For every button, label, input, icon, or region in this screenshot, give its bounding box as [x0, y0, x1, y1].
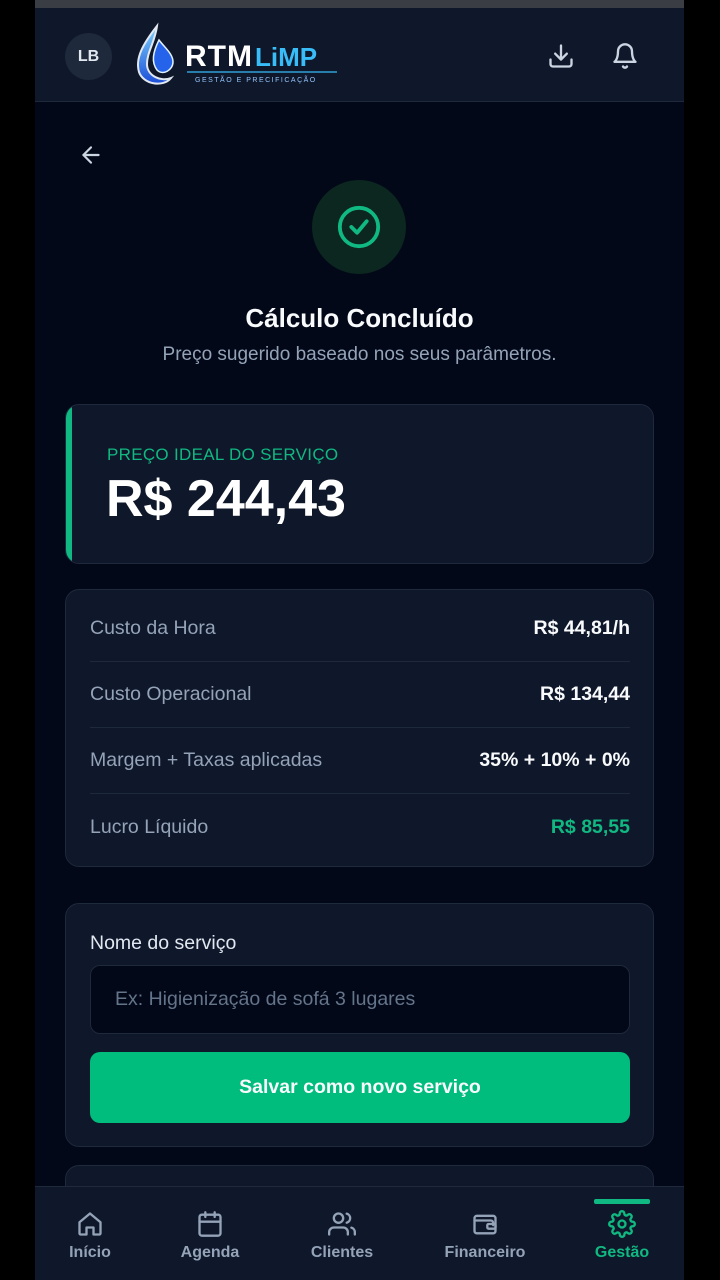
service-name-label: Nome do serviço: [90, 932, 237, 954]
detail-label: Lucro Líquido: [90, 815, 209, 838]
app-header: LB RTM LiMP GESTÃO E PRECIFICAÇÃO: [35, 8, 684, 102]
nav-label: Financeiro: [444, 1244, 526, 1261]
gear-icon: [608, 1210, 636, 1238]
nav-item-gestao[interactable]: Gestão: [587, 1187, 657, 1280]
svg-text:LiMP: LiMP: [255, 42, 317, 72]
service-name-input[interactable]: [90, 965, 630, 1034]
bell-icon: [613, 43, 637, 69]
detail-row-margin-fees: Margem + Taxas aplicadas 35% + 10% + 0%: [90, 728, 630, 794]
detail-label: Custo da Hora: [90, 617, 216, 639]
success-badge: [312, 180, 406, 274]
avatar[interactable]: LB: [65, 33, 112, 80]
nav-label: Agenda: [180, 1244, 240, 1261]
calendar-icon: [198, 1211, 222, 1237]
check-circle-icon: [337, 205, 381, 249]
app-logo: RTM LiMP GESTÃO E PRECIFICAÇÃO: [137, 22, 337, 85]
nav-item-clientes[interactable]: Clientes: [301, 1187, 383, 1280]
svg-text:GESTÃO E PRECIFICAÇÃO: GESTÃO E PRECIFICAÇÃO: [195, 75, 317, 84]
page-title: Cálculo Concluído: [245, 303, 474, 333]
price-accent-bar: [66, 405, 72, 563]
detail-label: Margem + Taxas aplicadas: [90, 749, 323, 771]
status-strip: [35, 0, 684, 8]
users-icon: [328, 1212, 356, 1236]
nav-item-inicio[interactable]: Início: [55, 1187, 125, 1280]
detail-label: Custo Operacional: [90, 683, 252, 705]
save-service-form: Nome do serviço Salvar como novo serviço: [65, 903, 654, 1147]
notifications-button[interactable]: [607, 38, 643, 74]
main-content: Cálculo Concluído Preço sugerido baseado…: [35, 103, 684, 1225]
bottom-nav: Início Agenda Clientes Financeiro Gestão: [35, 1186, 684, 1280]
detail-value: 35% + 10% + 0%: [479, 749, 630, 771]
download-button[interactable]: [543, 38, 579, 74]
svg-text:RTM: RTM: [185, 40, 253, 73]
cost-breakdown-card: Custo da Hora R$ 44,81/h Custo Operacion…: [65, 589, 654, 867]
nav-label: Gestão: [594, 1244, 650, 1261]
back-button[interactable]: [75, 139, 107, 171]
nav-item-agenda[interactable]: Agenda: [173, 1187, 247, 1280]
download-icon: [549, 44, 573, 68]
ideal-price-label: PREÇO IDEAL DO SERVIÇO: [107, 445, 339, 464]
detail-value: R$ 44,81/h: [533, 617, 630, 639]
nav-label: Clientes: [310, 1244, 374, 1261]
detail-row-hour-cost: Custo da Hora R$ 44,81/h: [90, 596, 630, 662]
ideal-price-value: R$ 244,43: [106, 470, 346, 528]
app-screen: LB RTM LiMP GESTÃO E PRECIFICAÇÃO Cálcul…: [35, 0, 684, 1280]
save-service-button[interactable]: Salvar como novo serviço: [90, 1052, 630, 1123]
detail-row-net-profit: Lucro Líquido R$ 85,55: [90, 794, 630, 860]
net-profit-value: R$ 85,55: [550, 815, 630, 838]
nav-label: Início: [69, 1244, 111, 1261]
detail-row-operational-cost: Custo Operacional R$ 134,44: [90, 662, 630, 728]
wallet-icon: [473, 1214, 497, 1235]
detail-value: R$ 134,44: [540, 683, 630, 705]
ideal-price-card: PREÇO IDEAL DO SERVIÇO R$ 244,43: [65, 404, 654, 564]
page-subtitle: Preço sugerido baseado nos seus parâmetr…: [162, 344, 557, 365]
home-icon: [78, 1212, 102, 1236]
arrow-left-icon: [82, 146, 100, 164]
nav-item-financeiro[interactable]: Financeiro: [437, 1187, 533, 1280]
